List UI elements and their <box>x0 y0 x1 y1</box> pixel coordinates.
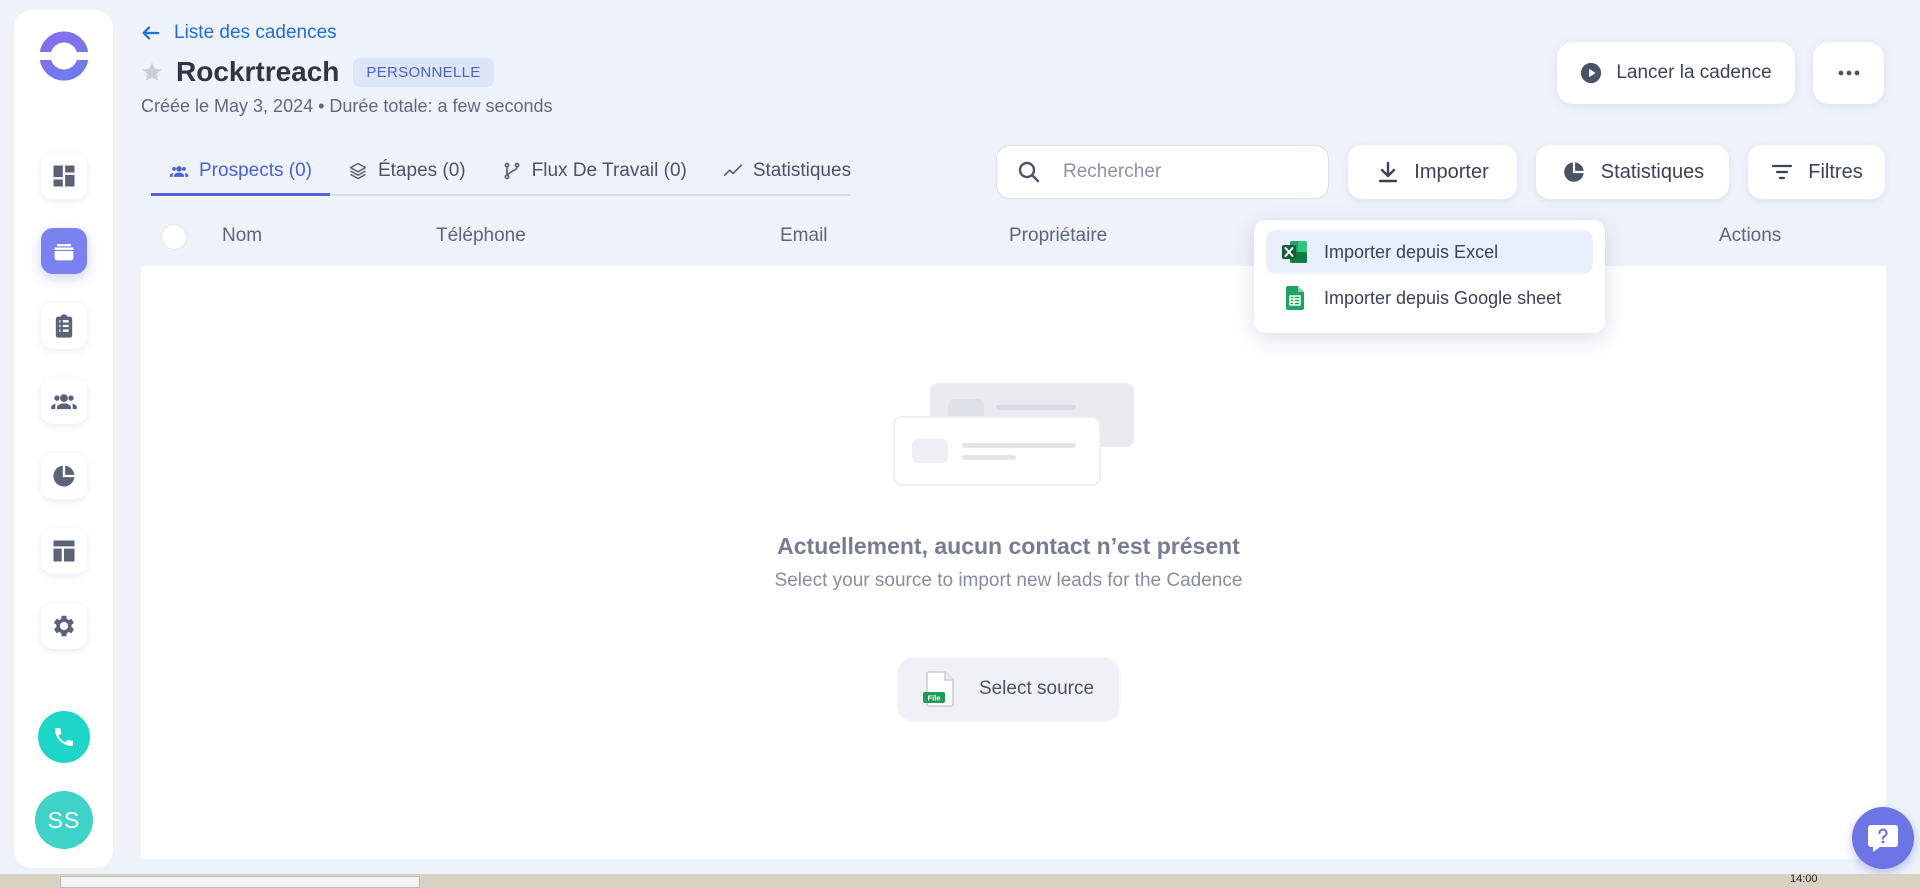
nav-templates[interactable] <box>41 528 87 574</box>
page-title: Rockrtreach <box>176 56 340 87</box>
nav-contacts[interactable] <box>41 378 87 424</box>
help-chat-button[interactable] <box>1852 807 1914 869</box>
nav-cadences[interactable] <box>41 228 87 274</box>
tab-prospects[interactable]: Prospects (0) <box>151 148 330 196</box>
import-button[interactable]: Importer <box>1348 145 1517 199</box>
column-header-owner[interactable]: Propriétaire <box>1009 225 1107 247</box>
trend-icon <box>723 164 743 176</box>
star-icon[interactable] <box>140 60 164 84</box>
play-circle-icon <box>1581 62 1602 84</box>
google-sheets-icon <box>1286 286 1304 310</box>
pie-chart-icon <box>53 465 75 487</box>
filters-label: Filtres <box>1808 160 1863 183</box>
launch-cadence-button[interactable]: Lancer la cadence <box>1557 42 1795 104</box>
more-horizontal-icon <box>1838 70 1859 76</box>
file-icon: File <box>922 671 954 707</box>
clipboard-icon <box>55 314 73 338</box>
download-icon <box>1379 161 1398 183</box>
table-body <box>141 266 1886 859</box>
empty-state-title: Actuellement, aucun contact n’est présen… <box>777 533 1240 559</box>
taskbar-clock: 14:00 <box>1790 873 1818 885</box>
launch-cadence-label: Lancer la cadence <box>1616 62 1772 83</box>
taskbar-window[interactable] <box>60 876 420 888</box>
statistics-button[interactable]: Statistiques <box>1536 145 1729 199</box>
statistics-label: Statistiques <box>1600 160 1705 183</box>
search-input[interactable] <box>1063 161 1303 183</box>
back-link-label: Liste des cadences <box>174 22 337 43</box>
filter-icon <box>1772 164 1793 180</box>
tab-statistics-label: Statistiques <box>752 160 852 181</box>
title-row: Rockrtreach PERSONNELLE <box>140 56 494 88</box>
filters-button[interactable]: Filtres <box>1748 145 1885 199</box>
column-header-actions: Actions <box>1719 225 1782 246</box>
status-badge: PERSONNELLE <box>353 57 494 87</box>
phone-icon <box>55 728 73 746</box>
search-box[interactable] <box>996 145 1329 199</box>
empty-state-subtitle: Select your source to import new leads f… <box>774 570 1243 591</box>
table-header: Nom Téléphone Email Propriétaire Actions <box>141 208 1886 266</box>
user-avatar[interactable]: SS <box>35 791 93 849</box>
tab-prospects-label: Prospects (0) <box>199 159 312 181</box>
import-excel-menu-item[interactable]: Importer depuis Excel <box>1266 230 1593 274</box>
import-excel-label: Importer depuis Excel <box>1324 241 1499 262</box>
nav-tasks[interactable] <box>41 303 87 349</box>
os-taskbar: 14:00 <box>0 873 1920 888</box>
nav-dashboard[interactable] <box>41 153 87 199</box>
page-subtitle: Créée le May 3, 2024 • Durée totale: a f… <box>141 96 553 116</box>
app-logo-icon[interactable] <box>38 30 90 82</box>
select-all-checkbox[interactable] <box>161 224 187 250</box>
gear-icon <box>53 615 75 637</box>
select-source-label: Select source <box>978 678 1095 699</box>
select-source-button[interactable]: File Select source <box>898 658 1119 720</box>
more-options-button[interactable] <box>1813 42 1884 104</box>
group-icon <box>51 394 77 410</box>
sidebar: SS <box>14 10 113 868</box>
pie-chart-icon <box>1563 162 1584 182</box>
layout-icon <box>53 540 75 562</box>
tab-workflow[interactable]: Flux De Travail (0) <box>484 148 705 194</box>
import-dropdown-menu: Importer depuis Excel Importer depuis Go… <box>1254 220 1605 333</box>
tab-bar: Prospects (0) Étapes (0) Flux De Travail… <box>151 148 851 196</box>
tab-steps-label: Étapes (0) <box>377 160 466 181</box>
tab-statistics[interactable]: Statistiques <box>705 148 869 194</box>
search-icon <box>1018 161 1040 183</box>
import-label: Importer <box>1414 160 1489 183</box>
help-chat-icon <box>1868 825 1898 852</box>
layers-icon <box>349 162 367 180</box>
tab-steps[interactable]: Étapes (0) <box>330 148 484 194</box>
phone-button[interactable] <box>38 711 90 763</box>
nav-reports[interactable] <box>41 453 87 499</box>
column-header-email[interactable]: Email <box>780 225 828 247</box>
dashboard-icon <box>53 165 75 187</box>
excel-icon <box>1282 241 1307 263</box>
workflow-icon <box>504 162 520 180</box>
arrow-left-icon <box>142 26 160 40</box>
tab-workflow-label: Flux De Travail (0) <box>531 160 687 181</box>
column-header-name[interactable]: Nom <box>222 225 262 247</box>
nav-settings[interactable] <box>41 603 87 649</box>
stack-icon <box>54 244 74 261</box>
import-google-sheet-menu-item[interactable]: Importer depuis Google sheet <box>1266 276 1593 320</box>
import-google-sheet-label: Importer depuis Google sheet <box>1324 287 1562 308</box>
back-link[interactable]: Liste des cadences <box>140 22 337 44</box>
empty-list-illustration <box>893 383 1134 486</box>
users-icon <box>169 165 189 177</box>
file-badge-label: File <box>927 694 940 703</box>
column-header-phone[interactable]: Téléphone <box>436 225 526 247</box>
